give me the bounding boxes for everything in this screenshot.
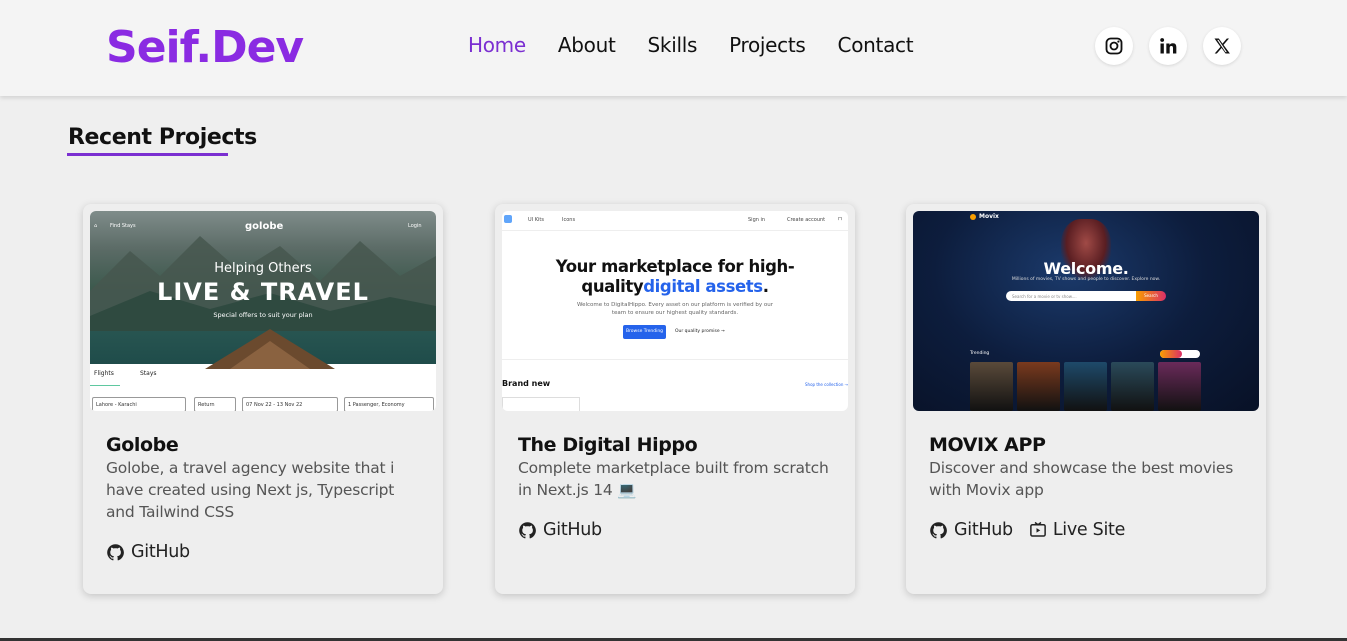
movie-poster <box>1064 362 1107 411</box>
project-card-digital-hippo: UI Kits Icons Sign in Create account ⊓ Y… <box>495 204 855 594</box>
hippo-paragraph: Welcome to DigitalHippo. Every asset on … <box>576 302 774 316</box>
project-thumbnail[interactable]: UI Kits Icons Sign in Create account ⊓ Y… <box>502 211 848 411</box>
movix-search: Search for a movie or tv show.... <box>1006 291 1136 301</box>
movix-toggle <box>1160 350 1200 358</box>
x-button[interactable] <box>1203 27 1241 65</box>
project-links: GitHub Live Site <box>929 518 1125 542</box>
golobe-field-trip: Return <box>194 397 236 411</box>
hippo-browse-button: Browse Trending <box>623 325 666 339</box>
title-underline <box>67 153 228 156</box>
hippo-brand-new: Brand new <box>502 379 551 388</box>
golobe-logo: golobe <box>245 221 284 232</box>
github-icon <box>107 543 124 560</box>
golobe-subline: Special offers to suit your plan <box>213 311 313 319</box>
live-site-link-label: Live Site <box>1052 520 1126 540</box>
nav-link-skills[interactable]: Skills <box>648 32 698 58</box>
github-link-label: GitHub <box>131 542 190 562</box>
project-title: MOVIX APP <box>929 434 1046 456</box>
golobe-nav-left: Find Stays <box>110 223 136 229</box>
live-site-icon <box>1029 521 1046 537</box>
project-description: Golobe, a travel agency website that i h… <box>106 459 395 521</box>
github-link[interactable]: GitHub <box>106 540 190 564</box>
hippo-shop-link: Shop the collection → <box>805 382 848 387</box>
golobe-headline-big: LIVE & TRAVEL <box>157 278 369 306</box>
navbar: Seif.Dev Home About Skills Projects Cont… <box>0 0 1347 96</box>
hero-image: ⌂ Find Stays golobe Login Helping Others… <box>90 211 436 369</box>
hippo-headline: Your marketplace for high-qualitydigital… <box>555 257 795 296</box>
x-icon <box>1214 38 1230 54</box>
golobe-field-passenger: 1 Passenger, Economy <box>344 397 434 411</box>
main-nav: Home About Skills Projects Contact <box>468 32 914 58</box>
project-title: The Digital Hippo <box>518 434 698 456</box>
golobe-headline-small: Helping Others <box>214 261 312 276</box>
movie-poster <box>1017 362 1060 411</box>
nav-link-projects[interactable]: Projects <box>729 32 806 58</box>
instagram-button[interactable] <box>1095 27 1133 65</box>
movie-poster <box>1111 362 1154 411</box>
project-title: Golobe <box>106 434 179 456</box>
project-links: GitHub <box>518 518 602 542</box>
project-card-golobe: ⌂ Find Stays golobe Login Helping Others… <box>83 204 443 594</box>
golobe-field-dates: 07 Nov 22 - 13 Nov 22 <box>242 397 338 411</box>
github-link-label: GitHub <box>954 520 1013 540</box>
nav-link-home[interactable]: Home <box>468 32 526 58</box>
movie-poster <box>970 362 1013 411</box>
project-description: Complete marketplace built from scratch … <box>518 459 829 499</box>
golobe-nav-right: Login <box>408 223 422 229</box>
movix-logo: Movix <box>979 213 999 220</box>
hippo-logo-icon <box>504 215 512 223</box>
live-site-link[interactable]: Live Site <box>1029 518 1125 542</box>
project-thumbnail[interactable]: ⌂ Find Stays golobe Login Helping Others… <box>90 211 436 411</box>
github-link[interactable]: GitHub <box>929 518 1013 542</box>
github-link[interactable]: GitHub <box>518 518 602 542</box>
cart-icon: ⊓ <box>838 216 842 222</box>
instagram-icon <box>1105 37 1123 55</box>
hippo-topbar: UI Kits Icons Sign in Create account ⊓ <box>502 211 848 231</box>
project-links: GitHub <box>106 540 190 564</box>
movix-trending: Trending <box>970 351 990 356</box>
movix-tagline: Millions of movies, TV shows and people … <box>1011 277 1161 282</box>
linkedin-icon <box>1160 38 1177 54</box>
github-icon <box>519 521 536 538</box>
boat-graphic <box>205 329 335 369</box>
github-link-label: GitHub <box>543 520 602 540</box>
nav-link-contact[interactable]: Contact <box>838 32 914 58</box>
social-links <box>1095 27 1241 65</box>
nav-link-about[interactable]: About <box>558 32 616 58</box>
golobe-field-from: Lahore - Karachi <box>92 397 186 411</box>
tab-flights: Flights <box>94 370 114 377</box>
project-thumbnail[interactable]: Movix Welcome. Millions of movies, TV sh… <box>913 211 1259 411</box>
project-description: Discover and showcase the best movies wi… <box>929 459 1234 499</box>
project-card-movix: Movix Welcome. Millions of movies, TV sh… <box>906 204 1266 594</box>
section-title: Recent Projects <box>68 125 257 150</box>
hippo-quality-link: Our quality promise → <box>675 329 725 334</box>
linkedin-button[interactable] <box>1149 27 1187 65</box>
movix-welcome: Welcome. <box>1043 259 1129 278</box>
tab-stays: Stays <box>140 370 157 377</box>
movie-poster <box>1158 362 1201 411</box>
movix-logo-icon <box>970 214 976 220</box>
movix-search-button: Search <box>1136 291 1166 301</box>
site-logo[interactable]: Seif.Dev <box>106 20 304 76</box>
github-icon <box>930 521 947 538</box>
